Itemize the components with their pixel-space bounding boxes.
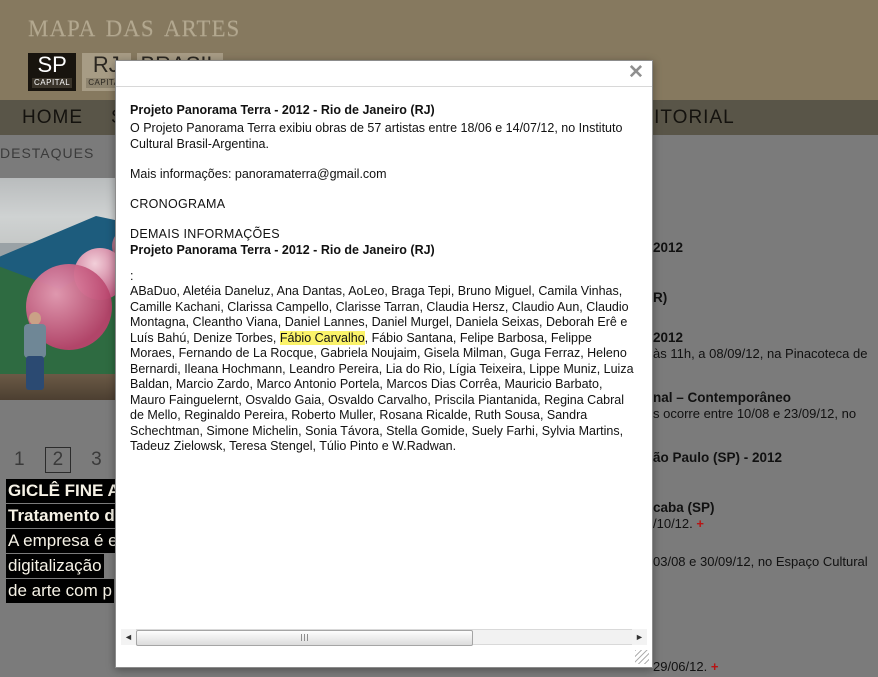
- resize-grip-icon[interactable]: [635, 650, 649, 664]
- mural-person-left-legs: [26, 356, 44, 390]
- expand-plus-icon[interactable]: +: [696, 516, 704, 531]
- ad-line-3: A empresa é e: [6, 529, 120, 553]
- pagination-page-1[interactable]: 1: [10, 448, 29, 472]
- right-column: 2012 R) 2012 às 11h, a 08/09/12, na Pina…: [653, 135, 878, 677]
- list-item[interactable]: caba (SP) /10/12. +: [653, 500, 878, 532]
- mural-person-left: [22, 312, 48, 394]
- modal-label-cronograma: CRONOGRAMA: [130, 197, 226, 211]
- scroll-right-arrow-icon[interactable]: ►: [632, 628, 647, 645]
- ad-line-4: digitalização: [6, 554, 104, 578]
- modal-titlebar: ✕: [116, 61, 652, 87]
- modal-paragraph-contact: Mais informações: panoramaterra@gmail.co…: [130, 167, 387, 181]
- modal-colon-separator: :: [130, 269, 134, 283]
- entry-body: 29/06/12. +: [653, 658, 878, 675]
- entry-title: nal – Contemporâneo: [653, 390, 792, 405]
- list-item[interactable]: 2012: [653, 240, 878, 255]
- scrollbar-track[interactable]: [136, 628, 632, 646]
- entry-title: 2012: [653, 240, 684, 255]
- list-item[interactable]: ão Paulo (SP) - 2012: [653, 450, 878, 465]
- modal-heading-primary: Projeto Panorama Terra - 2012 - Rio de J…: [130, 103, 435, 117]
- pagination-page-3[interactable]: 3: [87, 448, 106, 472]
- destaques-label: DESTAQUES: [0, 145, 95, 161]
- city-tab-sp[interactable]: SP CAPITAL: [28, 52, 77, 91]
- city-tab-sp-caption: CAPITAL: [32, 78, 73, 88]
- list-item[interactable]: nal – Contemporâneo s ocorre entre 10/08…: [653, 390, 878, 422]
- entry-title: ão Paulo (SP) - 2012: [653, 450, 783, 465]
- pagination-page-2[interactable]: 2: [44, 447, 72, 473]
- close-icon[interactable]: ✕: [626, 63, 646, 83]
- list-item[interactable]: R): [653, 290, 878, 305]
- scrollbar-thumb[interactable]: [136, 629, 474, 646]
- detail-modal: ✕ Projeto Panorama Terra - 2012 - Rio de…: [115, 60, 653, 668]
- entry-body-text: /10/12.: [653, 516, 693, 531]
- entry-body-text: 29/06/12.: [653, 659, 708, 674]
- city-tab-sp-abbr: SP: [37, 52, 67, 77]
- ad-line-5: de arte com p: [6, 579, 114, 603]
- list-item[interactable]: 29/06/12. +: [653, 658, 878, 675]
- ad-line-2: Tratamento d: [6, 504, 117, 528]
- entry-body: 03/08 e 30/09/12, no Espaço Cultural: [653, 554, 868, 569]
- mural-person-left-torso: [24, 324, 46, 358]
- list-item[interactable]: 2012 às 11h, a 08/09/12, na Pinacoteca d…: [653, 330, 878, 362]
- artist-list-after: , Fábio Santana, Felipe Barbosa, Felippe…: [130, 330, 634, 454]
- entry-body: /10/12. +: [653, 515, 878, 532]
- nav-item-editorial[interactable]: DITORIAL: [639, 107, 734, 129]
- modal-heading-secondary: Projeto Panorama Terra - 2012 - Rio de J…: [130, 243, 435, 257]
- expand-plus-icon[interactable]: +: [711, 659, 719, 674]
- scrollbar-grip-icon: [300, 634, 309, 641]
- scroll-left-arrow-icon[interactable]: ◄: [121, 628, 136, 645]
- ad-line-1: GICLÊ FINE A: [6, 479, 122, 503]
- modal-horizontal-scrollbar[interactable]: ◄ ►: [121, 628, 647, 646]
- entry-body: s ocorre entre 10/08 e 23/09/12, no: [653, 406, 857, 421]
- entry-title: caba (SP): [653, 500, 715, 515]
- modal-label-demais-informacoes: DEMAIS INFORMAÇÕES: [130, 227, 280, 241]
- nav-item-home[interactable]: HOME: [22, 107, 83, 129]
- modal-paragraph-description: O Projeto Panorama Terra exibiu obras de…: [130, 121, 623, 151]
- site-logo: mapa das artes: [28, 8, 241, 44]
- entry-body: às 11h, a 08/09/12, na Pinacoteca de: [653, 346, 868, 361]
- artist-highlighted[interactable]: Fábio Carvalho: [279, 330, 365, 345]
- modal-body: Projeto Panorama Terra - 2012 - Rio de J…: [116, 88, 652, 637]
- artist-list: ABaDuo, Aletéia Daneluz, Ana Dantas, AoL…: [130, 284, 638, 455]
- list-item[interactable]: 03/08 e 30/09/12, no Espaço Cultural: [653, 553, 878, 570]
- entry-title: 2012: [653, 330, 684, 345]
- entry-title: R): [653, 290, 668, 305]
- page-root: mapa das artes SP CAPITAL RJ CAPITAL BRA…: [0, 0, 878, 677]
